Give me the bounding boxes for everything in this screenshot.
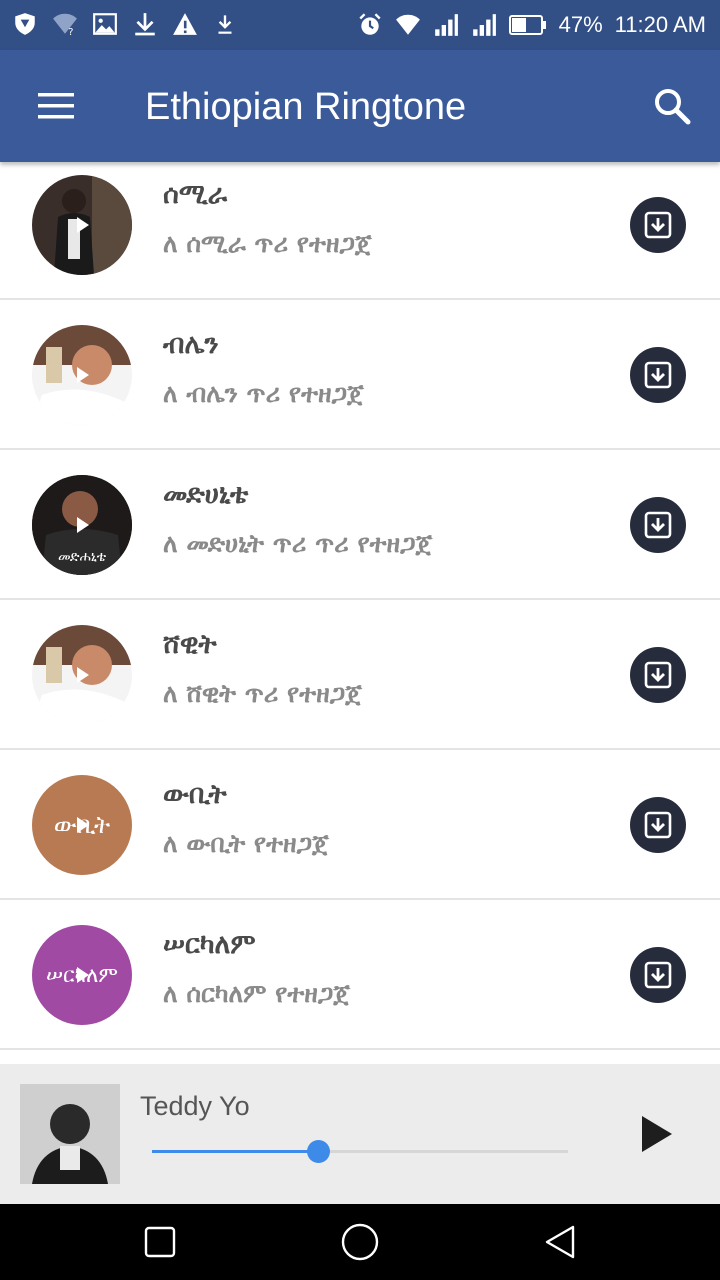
list-item-partial[interactable] <box>0 1050 720 1064</box>
play-overlay-icon <box>77 817 89 833</box>
status-bar: ? 47% 11:20 AM <box>0 0 720 50</box>
image-icon <box>93 13 117 35</box>
system-icons: 47% 11:20 AM <box>357 11 706 39</box>
download-button[interactable] <box>630 947 686 1003</box>
download-icon <box>644 961 672 989</box>
download-icon <box>644 511 672 539</box>
song-title: ሸዊት <box>163 629 217 660</box>
recents-icon <box>144 1226 176 1258</box>
download-button[interactable] <box>630 197 686 253</box>
song-thumbnail[interactable]: ሠርካለም <box>32 925 132 1025</box>
download-button[interactable] <box>630 497 686 553</box>
download-notification-icon <box>135 13 155 36</box>
mini-player: Teddy Yo <box>0 1064 720 1204</box>
home-icon <box>341 1223 379 1261</box>
play-overlay-icon <box>77 667 89 683</box>
list-item[interactable]: መድሐኒቴ መድሀኒቴ ለ መድሀኒት ጥሪ ጥሪ የተዘጋጀ <box>0 450 720 600</box>
wifi-icon <box>395 14 420 35</box>
play-button[interactable] <box>626 1094 686 1174</box>
shield-icon <box>15 13 35 35</box>
wifi-question-icon: ? <box>53 13 77 37</box>
ringtone-list[interactable]: ሰሚራ ለ ሰሚራ ጥሪ የተዘጋጀ ብሌን ለ ብሌን ጥሪ የተዘጋጀ መድ… <box>0 162 720 1064</box>
play-icon <box>642 1116 672 1152</box>
search-button[interactable] <box>646 80 698 132</box>
recents-button[interactable] <box>140 1222 180 1262</box>
navigation-bar <box>0 1204 720 1280</box>
play-overlay-icon <box>77 967 89 983</box>
play-overlay-icon <box>77 367 89 383</box>
seek-bar[interactable] <box>152 1140 568 1163</box>
download-icon <box>644 361 672 389</box>
song-title: ሰሚራ <box>163 179 228 210</box>
list-item[interactable]: ሸዊት ለ ሸዊት ጥሪ የተዘጋጀ <box>0 600 720 750</box>
play-overlay-icon <box>77 217 89 233</box>
song-subtitle: ለ ሸዊት ጥሪ የተዘጋጀ <box>163 679 362 708</box>
home-button[interactable] <box>340 1222 380 1262</box>
app-bar: Ethiopian Ringtone <box>0 50 720 162</box>
signal-2-icon <box>472 14 496 36</box>
download-icon <box>644 211 672 239</box>
clock: 11:20 AM <box>614 12 706 37</box>
alarm-icon <box>359 13 381 35</box>
song-title: ውቢት <box>163 779 227 810</box>
warning-icon <box>173 13 197 35</box>
download-button[interactable] <box>630 347 686 403</box>
song-title: መድሀኒቴ <box>163 479 249 510</box>
app-title: Ethiopian Ringtone <box>145 86 467 128</box>
song-subtitle: ለ ሰሚራ ጥሪ የተዘጋጀ <box>163 229 372 258</box>
song-subtitle: ለ ብሌን ጥሪ የተዘጋጀ <box>163 379 364 408</box>
search-icon <box>655 89 691 125</box>
notification-icons: ? <box>12 11 238 37</box>
song-thumbnail[interactable] <box>32 325 132 425</box>
svg-text:?: ? <box>68 27 73 37</box>
list-item[interactable]: ብሌን ለ ብሌን ጥሪ የተዘጋጀ <box>0 300 720 450</box>
song-subtitle: ለ ውቢት የተዘጋጀ <box>163 829 329 858</box>
song-subtitle: ለ ሰርካለም የተዘጋጀ <box>163 979 351 1008</box>
seek-progress <box>152 1150 319 1153</box>
seek-thumb[interactable] <box>307 1140 331 1163</box>
download-small-icon <box>218 15 232 34</box>
song-thumbnail[interactable]: መድሐኒቴ <box>32 475 132 575</box>
back-button[interactable] <box>540 1222 580 1262</box>
back-icon <box>545 1225 575 1259</box>
download-icon <box>644 811 672 839</box>
download-button[interactable] <box>630 647 686 703</box>
download-button[interactable] <box>630 797 686 853</box>
song-thumbnail[interactable] <box>32 175 132 275</box>
signal-1-icon <box>434 14 458 36</box>
download-icon <box>644 661 672 689</box>
menu-button[interactable] <box>30 80 82 132</box>
battery-icon <box>508 15 546 35</box>
song-thumbnail[interactable] <box>32 625 132 725</box>
battery-percent: 47% <box>558 12 603 37</box>
play-overlay-icon <box>77 517 89 533</box>
player-song-title: Teddy Yo <box>140 1091 250 1121</box>
list-item[interactable]: ሠርካለም ሠርካለም ለ ሰርካለም የተዘጋጀ <box>0 900 720 1050</box>
song-subtitle: ለ መድሀኒት ጥሪ ጥሪ የተዘጋጀ <box>163 529 433 558</box>
list-item[interactable]: ሰሚራ ለ ሰሚራ ጥሪ የተዘጋጀ <box>0 162 720 300</box>
song-title: ሠርካለም <box>163 929 256 960</box>
list-item[interactable]: ውቢት ውቢት ለ ውቢት የተዘጋጀ <box>0 750 720 900</box>
song-title: ብሌን <box>163 329 219 360</box>
player-album-art[interactable] <box>20 1084 120 1184</box>
menu-icon <box>38 93 74 119</box>
song-thumbnail[interactable]: ውቢት <box>32 775 132 875</box>
artist-photo <box>20 1084 120 1184</box>
